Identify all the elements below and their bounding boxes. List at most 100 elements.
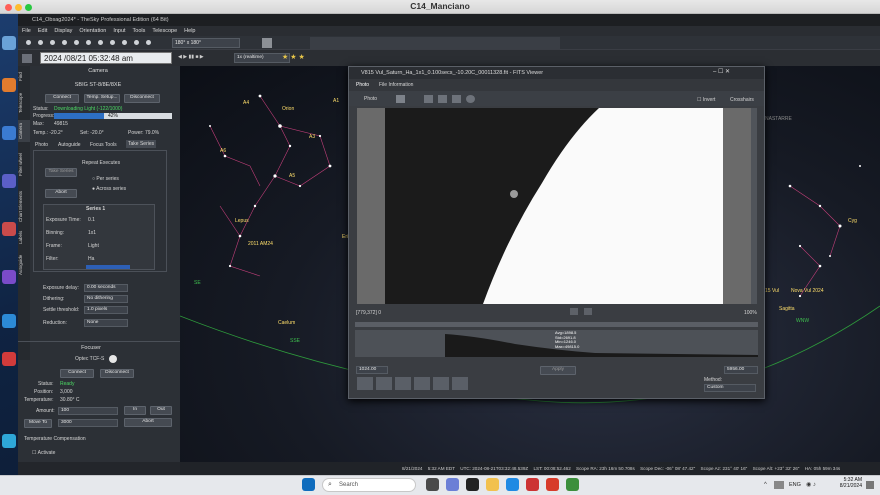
astro-app-icon[interactable]	[2, 222, 16, 236]
prev-icon[interactable]	[570, 308, 578, 315]
amount-field[interactable]: 100	[58, 407, 118, 415]
move-to-button[interactable]: Move To	[24, 419, 52, 428]
toolbar-button-icon[interactable]	[86, 40, 91, 45]
toolbar-button-icon[interactable]	[122, 40, 127, 45]
prof-app-icon[interactable]	[2, 270, 16, 284]
row-value[interactable]: 1x1	[88, 230, 96, 236]
toolbar-button-icon[interactable]	[50, 40, 55, 45]
taskbar-search[interactable]: Search	[322, 478, 416, 492]
menu-tools[interactable]: Tools	[133, 28, 146, 34]
notifications-icon[interactable]	[866, 481, 874, 489]
zoom-in-icon[interactable]	[424, 95, 433, 103]
radio-per-series[interactable]: ○ Per series	[92, 176, 119, 182]
teams-icon[interactable]	[2, 174, 16, 188]
subtab-take-series[interactable]: Take Series	[126, 140, 157, 148]
toolbar-button-icon[interactable]	[110, 40, 115, 45]
toolbar-button-icon[interactable]	[98, 40, 103, 45]
task-view-icon[interactable]	[426, 478, 439, 491]
preset-icon[interactable]	[395, 377, 411, 390]
temp-setup-button[interactable]: Temp. Setup...	[84, 94, 120, 103]
tray-chevron-icon[interactable]: ^	[764, 482, 767, 488]
photo-dropdown[interactable]: Photo	[364, 96, 377, 102]
subtab-autoguide[interactable]: Autoguide	[58, 142, 81, 148]
language-indicator[interactable]: ENG	[789, 482, 801, 488]
invert-checkbox[interactable]: ☐ Invert	[697, 97, 715, 103]
subtab-photo[interactable]: Photo	[35, 142, 48, 148]
tab-chart-elements[interactable]: Chart Elements	[18, 186, 30, 226]
windows-start-icon[interactable]	[302, 478, 315, 491]
microsoft-edge-icon[interactable]	[2, 126, 16, 140]
camera-disconnect-button[interactable]: Disconnect	[124, 94, 160, 103]
window-controls-icon[interactable]: – ☐ ✕	[713, 68, 730, 75]
menu-help[interactable]: Help	[184, 28, 195, 34]
pan-icon[interactable]	[452, 95, 461, 103]
focuser-connect-button[interactable]: Connect	[60, 369, 94, 378]
recycle-bin-icon[interactable]	[2, 36, 16, 50]
move-to-field[interactable]: 3000	[58, 419, 118, 427]
method-select[interactable]: Custom	[704, 384, 756, 392]
activate-checkbox[interactable]: ☐ Activate	[32, 450, 55, 456]
clock[interactable]: 5:32 AM 8/21/2024	[830, 477, 862, 489]
row-value[interactable]: 0.1	[88, 217, 95, 223]
menu-display[interactable]: Display	[54, 28, 72, 34]
toolbar-button-icon[interactable]	[74, 40, 79, 45]
histogram[interactable]: Avg=1898.5 Std=2691.8 Min=1246.0 Max=498…	[355, 330, 758, 357]
toolbar-button-icon[interactable]	[62, 40, 67, 45]
asi-app-icon[interactable]	[2, 352, 16, 366]
tab-filter-wheel[interactable]: Filter wheel	[18, 146, 30, 182]
take-series-button[interactable]: Take Series	[45, 168, 77, 177]
apply-button[interactable]: Apply	[540, 366, 576, 375]
tab-telescope[interactable]: Telescope	[18, 88, 30, 118]
menu-file[interactable]: File	[22, 28, 31, 34]
preset-icon[interactable]	[414, 377, 430, 390]
fits-image[interactable]	[357, 108, 751, 304]
reduction-select[interactable]: None	[84, 319, 128, 327]
tab-find[interactable]: Find	[18, 68, 30, 86]
fits-vscrollbar[interactable]	[751, 108, 757, 304]
menu-orientation[interactable]: Orientation	[79, 28, 106, 34]
tab-labels[interactable]: Labels	[18, 228, 30, 246]
menu-input[interactable]: Input	[113, 28, 125, 34]
dither-select[interactable]: No dithering	[84, 295, 128, 303]
max-value-field[interactable]: 5956.00	[724, 366, 758, 374]
menu-edit[interactable]: Edit	[38, 28, 47, 34]
zoom-icon[interactable]	[262, 38, 272, 48]
histogram-slider[interactable]	[355, 322, 758, 327]
tab-autoguide[interactable]: Autoguide	[18, 250, 30, 280]
tray-app-icon[interactable]	[774, 481, 784, 489]
abort-series-button[interactable]: Abort	[45, 189, 77, 198]
preset-icon[interactable]	[357, 377, 373, 390]
app-shortcut-icon[interactable]	[2, 78, 16, 92]
toolbar-button-icon[interactable]	[134, 40, 139, 45]
preset-icon[interactable]	[452, 377, 468, 390]
preset-icon[interactable]	[376, 377, 392, 390]
widgets-icon[interactable]	[446, 478, 459, 491]
camera-connect-button[interactable]: Connect	[45, 94, 79, 103]
preset-icon[interactable]	[433, 377, 449, 390]
row-value[interactable]: Light	[88, 243, 99, 249]
fov-select[interactable]: 180° x 180°	[172, 38, 240, 48]
row-value[interactable]: Ha	[88, 256, 94, 262]
focuser-settings-icon[interactable]	[109, 355, 117, 363]
time-skip-icon[interactable]	[22, 54, 32, 63]
fits-tab-photo[interactable]: Photo	[356, 82, 369, 88]
sati-app-icon[interactable]	[2, 434, 16, 448]
network-volume-icon[interactable]: ◉ ♪	[806, 481, 816, 488]
radio-across-series[interactable]: ● Across series	[92, 186, 126, 192]
focuser-abort-button[interactable]: Abort	[124, 418, 172, 427]
info-icon[interactable]	[466, 95, 475, 103]
x-app-icon[interactable]	[466, 478, 479, 491]
menu-telescope[interactable]: Telescope	[152, 28, 177, 34]
min-value-field[interactable]: 1024.00	[356, 366, 388, 374]
app-icon[interactable]	[566, 478, 579, 491]
file-explorer-icon[interactable]	[486, 478, 499, 491]
fits-tab-file-info[interactable]: File Information	[379, 82, 413, 88]
subtab-focus-tools[interactable]: Focus Tools	[90, 142, 117, 148]
focus-in-button[interactable]: In	[124, 406, 146, 415]
tab-camera[interactable]: Camera	[18, 120, 30, 142]
toolbar-button-icon[interactable]	[146, 40, 151, 45]
app-icon[interactable]	[526, 478, 539, 491]
filezilla-icon[interactable]	[546, 478, 559, 491]
crosshairs-label[interactable]: Crosshairs	[730, 97, 754, 103]
zoom-out-icon[interactable]	[438, 95, 447, 103]
